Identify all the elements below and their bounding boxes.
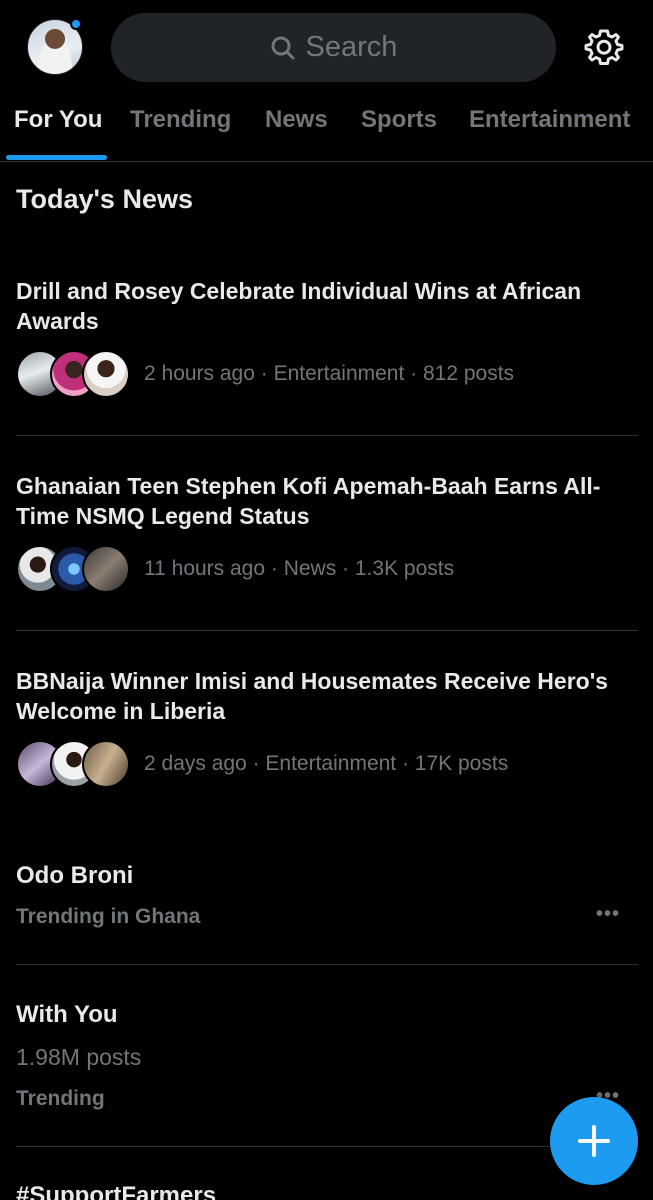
news-meta-text: 2 days ago · Entertainment · 17K posts xyxy=(144,752,509,775)
divider xyxy=(16,435,638,436)
search-icon xyxy=(270,35,296,61)
news-meta: 2 hours ago · Entertainment · 812 posts xyxy=(16,350,514,398)
divider xyxy=(16,964,638,965)
news-headline: Ghanaian Teen Stephen Kofi Apemah-Baah E… xyxy=(16,473,601,529)
avatar xyxy=(82,740,130,788)
explore-page: Search For You Trending News Sports Ente… xyxy=(0,0,653,1200)
tab-for-you[interactable]: For You xyxy=(14,106,102,134)
section-title: Today's News xyxy=(16,184,193,214)
tab-news[interactable]: News xyxy=(265,106,328,134)
avatar xyxy=(82,350,130,398)
search-placeholder: Search xyxy=(305,31,398,63)
plus-icon xyxy=(578,1125,610,1157)
trend-context: Trending in Ghana xyxy=(16,905,201,928)
top-bar: Search xyxy=(0,0,653,96)
search-bar[interactable]: Search xyxy=(111,13,556,82)
tab-entertainment[interactable]: Entertainment xyxy=(469,106,630,134)
trend-context: Trending xyxy=(16,1087,105,1110)
avatar-stack xyxy=(16,350,130,398)
news-meta-text: 2 hours ago · Entertainment · 812 posts xyxy=(144,362,515,385)
news-item[interactable]: BBNaija Winner Imisi and Housemates Rece… xyxy=(16,666,638,806)
news-meta: 2 days ago · Entertainment · 17K posts xyxy=(16,740,508,788)
tab-sports[interactable]: Sports xyxy=(361,106,437,134)
avatar xyxy=(82,545,130,593)
avatar-stack xyxy=(16,545,130,593)
trend-post-count: 1.98M posts xyxy=(16,1044,142,1070)
trend-title[interactable]: With You xyxy=(16,1001,118,1029)
active-tab-indicator xyxy=(6,155,107,160)
compose-button[interactable] xyxy=(550,1097,638,1185)
news-meta-text: 11 hours ago · News · 1.3K posts xyxy=(144,557,455,580)
divider xyxy=(16,1146,638,1147)
avatar-stack xyxy=(16,740,130,788)
divider xyxy=(16,630,638,631)
news-headline: Drill and Rosey Celebrate Individual Win… xyxy=(16,278,582,334)
more-options-icon[interactable]: ••• xyxy=(596,903,620,926)
trend-title[interactable]: #SupportFarmers xyxy=(16,1182,216,1200)
news-item[interactable]: Drill and Rosey Celebrate Individual Win… xyxy=(16,276,638,416)
trend-title[interactable]: Odo Broni xyxy=(16,862,133,890)
tab-trending[interactable]: Trending xyxy=(130,106,231,134)
tab-bar: For You Trending News Sports Entertainme… xyxy=(0,96,653,162)
gear-icon[interactable] xyxy=(583,26,625,68)
notification-dot xyxy=(70,18,82,30)
news-item[interactable]: Ghanaian Teen Stephen Kofi Apemah-Baah E… xyxy=(16,471,638,611)
news-headline: BBNaija Winner Imisi and Housemates Rece… xyxy=(16,668,608,724)
news-meta: 11 hours ago · News · 1.3K posts xyxy=(16,545,454,593)
